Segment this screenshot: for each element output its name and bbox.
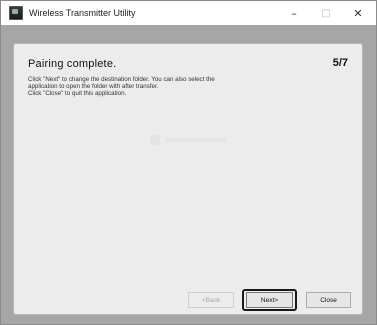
page-title: Pairing complete. (28, 58, 117, 70)
instruction-line: application to open the folder with afte… (28, 83, 159, 91)
maximize-icon[interactable]: □ (310, 1, 342, 25)
watermark-icon (150, 135, 160, 145)
faded-watermark (150, 134, 260, 146)
watermark-bar (166, 138, 226, 142)
minimize-icon[interactable]: – (278, 1, 310, 25)
window-title: Wireless Transmitter Utility (29, 8, 136, 18)
close-button[interactable]: Close (306, 292, 351, 308)
back-button: <Back (188, 292, 234, 308)
title-bar[interactable]: Wireless Transmitter Utility – □ ✕ (1, 1, 376, 25)
instructions: Click "Next" to change the destination f… (28, 76, 328, 98)
instruction-line: Click "Next" to change the destination f… (28, 76, 215, 83)
next-button[interactable]: Next> (246, 292, 293, 308)
wizard-panel: Pairing complete. 5/7 Click "Next" to ch… (13, 43, 363, 315)
client-area: Pairing complete. 5/7 Click "Next" to ch… (1, 25, 376, 324)
close-icon[interactable]: ✕ (342, 1, 374, 25)
app-icon (9, 6, 23, 20)
app-window: Wireless Transmitter Utility – □ ✕ Pairi… (0, 0, 377, 325)
instruction-line: Click "Close" to quit this application. (28, 90, 127, 98)
step-indicator: 5/7 (332, 57, 348, 69)
